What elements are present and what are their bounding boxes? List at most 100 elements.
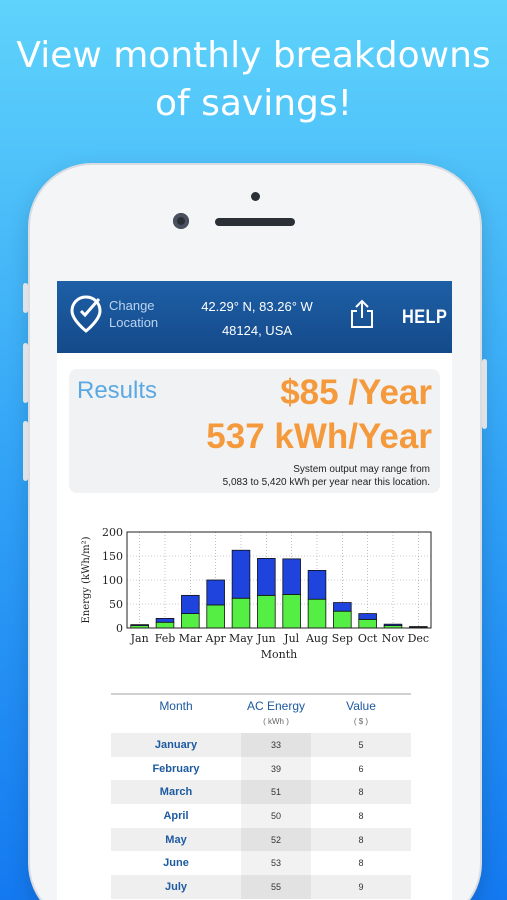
results-card: Results $85 /Year 537 kWh/Year System ou… [69, 369, 440, 493]
bar-upper [257, 558, 276, 596]
mute-switch [23, 283, 28, 313]
y-tick-label: 50 [109, 598, 123, 611]
bar-lower [181, 613, 200, 629]
table-row: April 50 8 [111, 804, 411, 828]
x-tick-label: Feb [155, 632, 176, 645]
month-cell: May [165, 833, 187, 846]
zip-text: 48124, USA [221, 323, 293, 338]
x-tick-label: Aug [305, 632, 328, 645]
y-tick-label: 150 [102, 550, 123, 563]
value-cell: 5 [358, 739, 364, 750]
value-cell: 8 [358, 858, 364, 869]
value-cell: 8 [358, 787, 364, 798]
month-cell: July [164, 880, 187, 893]
header-month: Month [159, 699, 193, 713]
power-button [482, 359, 487, 429]
bar-lower [358, 618, 377, 629]
value-cell: 8 [358, 810, 364, 821]
month-cell: June [163, 857, 189, 870]
bar-upper [206, 579, 225, 606]
bar-lower [307, 598, 327, 629]
x-tick-label: Jan [130, 632, 149, 645]
bar-upper [307, 570, 327, 600]
range-line-1: System output may range from [293, 464, 430, 475]
help-button[interactable]: HELP [402, 307, 447, 329]
month-cell: April [163, 809, 189, 822]
change-location-label: Change Location [109, 298, 159, 330]
bar-upper [358, 613, 377, 620]
bar-lower [333, 610, 352, 629]
x-tick-label: Dec [408, 632, 430, 645]
bar-upper [383, 623, 403, 627]
y-axis-label: Energy (kWh/m²) [81, 536, 92, 623]
front-camera [173, 213, 189, 229]
y-tick-label: 100 [102, 574, 123, 587]
bar-lower [231, 597, 251, 629]
table-row: January 33 5 [111, 733, 411, 757]
monthly-table: Month AC Energy( kWh ) Value( $ ) Januar… [111, 693, 411, 899]
energy-cell: 51 [241, 780, 311, 805]
y-tick-label: 0 [116, 622, 123, 635]
table-row: March 51 8 [111, 780, 411, 805]
energy-cell: 55 [241, 875, 311, 899]
energy-cell: 33 [241, 733, 311, 757]
table-body: January 33 5 February 39 6 March 51 8 April 50 8 May… [111, 733, 411, 899]
earpiece-speaker [215, 218, 295, 226]
coordinates-text: 42.29° N, 83.26° W [201, 299, 313, 314]
month-cell: January [154, 738, 198, 751]
bar-lower [282, 594, 301, 629]
y-tick-label: 200 [102, 526, 123, 539]
range-line-2: 5,083 to 5,420 kWh per year near this lo… [222, 477, 430, 488]
app-screen: Change Location 42.29° N, 83.26° W 48124… [57, 281, 452, 900]
table-row: June 53 8 [111, 851, 411, 876]
month-cell: February [152, 762, 200, 775]
location-pin-icon [70, 295, 102, 333]
volume-down-button [23, 421, 28, 481]
change-location-button[interactable]: Change Location [69, 295, 171, 333]
energy-cell: 52 [241, 827, 311, 852]
headline: View monthly breakdowns of savings! [16, 35, 491, 124]
value-cell: 6 [358, 763, 364, 774]
x-tick-label: Jun [256, 632, 276, 645]
bar-lower [257, 594, 276, 629]
sensor-dot [251, 192, 260, 201]
output-range-note: System output may range from 5,083 to 5,… [223, 463, 430, 489]
header-ac-energy: AC Energy( kWh ) [246, 699, 306, 726]
energy-cell: 39 [241, 756, 311, 781]
bar-upper [231, 549, 251, 599]
annual-energy: 537 kWh/Year [206, 417, 432, 456]
table-row: July 55 9 [111, 875, 411, 899]
app-bar: Change Location 42.29° N, 83.26° W 48124… [57, 281, 452, 353]
header-value: Value( $ ) [346, 699, 376, 726]
x-tick-label: Oct [358, 632, 378, 645]
x-tick-label: May [229, 632, 254, 645]
value-cell: 8 [358, 834, 364, 845]
x-axis-label: Month [261, 648, 297, 661]
table-header: Month AC Energy( kWh ) Value( $ ) [111, 693, 411, 733]
annual-savings: $85 /Year [280, 373, 432, 412]
table-row: May 52 8 [111, 827, 411, 852]
bar-lower [206, 604, 225, 629]
volume-up-button [23, 343, 28, 403]
results-title: Results [77, 377, 158, 404]
value-cell: 9 [358, 881, 364, 892]
energy-cell: 50 [241, 804, 311, 828]
share-icon[interactable] [349, 299, 375, 329]
bar-upper [130, 624, 149, 626]
bar-upper [155, 618, 175, 623]
bar-upper [333, 602, 352, 612]
x-tick-label: Sep [332, 632, 353, 645]
chart-svg: 0 50 100 150 200 Jan Feb Mar Apr May Jun Jul Aug Sep O… [81, 526, 432, 661]
x-tick-label: Nov [382, 632, 405, 645]
bar-upper [282, 558, 301, 595]
table-row: February 39 6 [111, 756, 411, 781]
monthly-energy-chart: 0 50 100 150 200 Jan Feb Mar Apr May Jun Jul Aug Sep O… [77, 526, 437, 681]
location-display: 42.29° N, 83.26° W 48124, USA [187, 295, 327, 343]
month-cell: March [159, 786, 193, 799]
bar-upper [181, 594, 200, 615]
bar-lower [155, 621, 175, 629]
x-tick-label: Jul [283, 632, 299, 645]
x-tick-label: Mar [179, 632, 203, 645]
x-tick-label: Apr [205, 632, 227, 645]
energy-cell: 53 [241, 851, 311, 876]
